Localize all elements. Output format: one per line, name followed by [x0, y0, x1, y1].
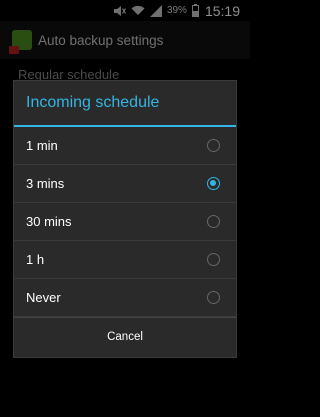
option-list: 1 min 3 mins 30 mins 1 h Never	[14, 127, 236, 317]
option-never[interactable]: Never	[14, 279, 236, 317]
radio-button[interactable]	[207, 215, 220, 228]
option-30-mins[interactable]: 30 mins	[14, 203, 236, 241]
schedule-dialog: Incoming schedule 1 min 3 mins 30 mins 1…	[13, 80, 237, 358]
dialog-title: Incoming schedule	[14, 81, 236, 127]
option-label: 1 h	[26, 252, 45, 267]
option-label: Never	[26, 290, 61, 305]
radio-button[interactable]	[207, 291, 220, 304]
option-label: 1 min	[26, 138, 58, 153]
radio-button[interactable]	[207, 253, 220, 266]
radio-button[interactable]	[207, 139, 220, 152]
option-1-min[interactable]: 1 min	[14, 127, 236, 165]
radio-button-selected[interactable]	[207, 177, 220, 190]
option-3-mins[interactable]: 3 mins	[14, 165, 236, 203]
cancel-button[interactable]: Cancel	[14, 317, 236, 356]
option-label: 3 mins	[26, 176, 65, 191]
option-1-h[interactable]: 1 h	[14, 241, 236, 279]
option-label: 30 mins	[26, 214, 72, 229]
